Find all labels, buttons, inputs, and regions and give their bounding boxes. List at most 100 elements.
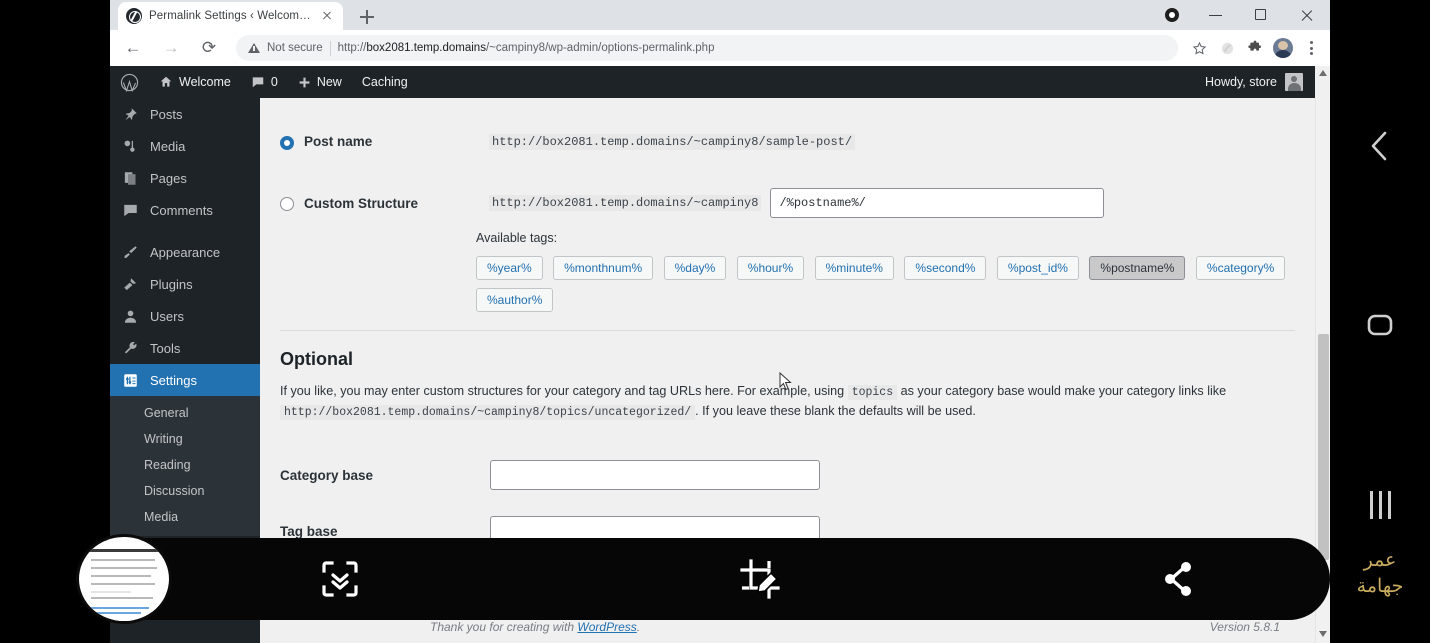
android-nav-strip: عمر جهامة xyxy=(1330,0,1430,643)
settings-sliders-icon xyxy=(120,370,140,390)
security-label: Not secure xyxy=(267,42,323,54)
screenshot-preview-thumbnail[interactable] xyxy=(76,534,172,624)
radio-post-name[interactable] xyxy=(280,136,294,150)
tag-base-label: Tag base xyxy=(280,523,338,539)
share-icon[interactable] xyxy=(1158,558,1200,600)
wordpress-link[interactable]: WordPress xyxy=(577,620,636,634)
tag-button-monthnum[interactable]: %monthnum% xyxy=(553,256,654,280)
optional-description: If you like, you may enter custom struct… xyxy=(280,382,1260,422)
sidebar-item-posts[interactable]: Posts xyxy=(110,98,260,130)
screen-root: Permalink Settings ‹ Welcome — ← → ⟳ Not… xyxy=(0,0,1430,643)
watermark-line-2: جهامة xyxy=(1356,576,1404,597)
comments-menu[interactable]: 0 xyxy=(241,66,288,98)
sidebar-item-pages[interactable]: Pages xyxy=(110,162,260,194)
scrollbar-thumb[interactable] xyxy=(1318,334,1329,560)
url-text: http://box2081.temp.domains/~campiny8/wp… xyxy=(337,42,715,54)
account-menu[interactable]: Howdy, store xyxy=(1205,73,1315,91)
optional-heading: Optional xyxy=(280,349,353,369)
profile-avatar[interactable] xyxy=(1270,35,1296,61)
footer-punct: . xyxy=(636,619,641,634)
sidebar-item-settings[interactable]: Settings xyxy=(110,364,268,396)
tab-title: Permalink Settings ‹ Welcome — xyxy=(149,10,312,22)
close-window-icon[interactable] xyxy=(1285,0,1330,30)
scroll-down-arrow-icon[interactable] xyxy=(1319,631,1327,637)
plus-icon xyxy=(299,77,310,87)
sidebar-item-appearance[interactable]: Appearance xyxy=(110,236,260,268)
user-icon xyxy=(120,306,140,326)
browser-tab[interactable]: Permalink Settings ‹ Welcome — xyxy=(118,2,343,30)
sidebar-item-plugins[interactable]: Plugins xyxy=(110,268,260,300)
back-icon[interactable] xyxy=(1330,128,1430,164)
crop-edit-icon[interactable] xyxy=(738,557,782,601)
permalink-option-custom-structure[interactable]: Custom Structure http://box2081.temp.dom… xyxy=(280,188,1315,218)
recents-icon[interactable] xyxy=(1330,485,1430,525)
wordpress-logo-icon[interactable] xyxy=(110,66,149,98)
submenu-item-writing[interactable]: Writing xyxy=(110,426,260,452)
available-tags-list: %year% %monthnum% %day% %hour% %minute% … xyxy=(476,256,1296,320)
scroll-capture-icon[interactable] xyxy=(318,557,362,601)
submenu-item-discussion[interactable]: Discussion xyxy=(110,478,260,504)
extension-icon[interactable] xyxy=(1214,35,1240,61)
tag-button-day[interactable]: %day% xyxy=(663,256,727,280)
tag-button-second[interactable]: %second% xyxy=(904,256,987,280)
new-tab-button[interactable] xyxy=(355,5,379,29)
optional-desc-code1: topics xyxy=(847,385,898,400)
mouse-cursor xyxy=(779,372,792,391)
extensions-puzzle-icon[interactable] xyxy=(1242,35,1268,61)
forward-icon: → xyxy=(162,38,180,57)
bookmark-star-icon[interactable] xyxy=(1186,35,1212,61)
new-label: New xyxy=(316,75,342,89)
sidebar-item-label: Tools xyxy=(150,340,181,356)
new-content-menu[interactable]: New xyxy=(288,66,352,98)
home-icon xyxy=(160,76,172,87)
reload-icon[interactable]: ⟳ xyxy=(194,33,224,63)
tag-button-author[interactable]: %author% xyxy=(476,288,554,312)
caching-menu[interactable]: Caching xyxy=(352,66,418,98)
maximize-icon[interactable] xyxy=(1240,0,1285,30)
browser-navbar: ← → ⟳ Not secure http://box2081.temp.dom… xyxy=(110,30,1330,66)
site-name-menu[interactable]: Welcome xyxy=(149,66,241,98)
submenu-item-reading[interactable]: Reading xyxy=(110,452,260,478)
submenu-item-media[interactable]: Media xyxy=(110,504,260,530)
tag-button-category[interactable]: %category% xyxy=(1195,256,1286,280)
scroll-up-arrow-icon[interactable] xyxy=(1319,70,1327,76)
sidebar-item-label: Comments xyxy=(150,202,213,218)
submenu-item-general[interactable]: General xyxy=(110,400,260,426)
record-icon[interactable] xyxy=(1150,0,1195,30)
tag-button-post-id[interactable]: %post_id% xyxy=(996,256,1079,280)
optional-desc-part1: If you like, you may enter custom struct… xyxy=(280,384,845,398)
not-secure-warning-icon xyxy=(248,43,260,53)
footer-version: Version 5.8.1 xyxy=(1209,619,1280,634)
watermark: عمر جهامة xyxy=(1330,548,1430,600)
sidebar-item-label: Posts xyxy=(150,106,183,122)
category-base-input[interactable] xyxy=(490,460,820,490)
sidebar-item-media[interactable]: Media xyxy=(110,130,260,162)
home-icon[interactable] xyxy=(1330,306,1430,344)
omnibox-actions xyxy=(1186,35,1330,61)
sidebar-item-comments[interactable]: Comments xyxy=(110,194,260,226)
tag-button-year[interactable]: %year% xyxy=(476,256,543,280)
close-icon[interactable] xyxy=(319,8,335,24)
sidebar-item-tools[interactable]: Tools xyxy=(110,332,260,364)
option-label: Custom Structure xyxy=(304,195,419,211)
plug-icon xyxy=(120,274,140,294)
address-bar[interactable]: Not secure http://box2081.temp.domains/~… xyxy=(236,35,1178,61)
tag-button-minute[interactable]: %minute% xyxy=(814,256,894,280)
howdy-label: Howdy, store xyxy=(1204,75,1277,89)
sidebar-item-label: Users xyxy=(150,308,184,324)
wordpress-favicon xyxy=(126,8,142,24)
sidebar-item-users[interactable]: Users xyxy=(110,300,260,332)
back-icon[interactable]: ← xyxy=(118,33,148,63)
minimize-icon[interactable] xyxy=(1195,0,1240,30)
tag-button-hour[interactable]: %hour% xyxy=(736,256,805,280)
permalink-option-post-name[interactable]: Post name http://box2081.temp.domains/~c… xyxy=(280,134,1315,150)
radio-custom-structure[interactable] xyxy=(280,197,294,211)
sidebar-item-label: Settings xyxy=(150,372,197,388)
tag-button-postname[interactable]: %postname% xyxy=(1089,256,1186,280)
chrome-menu-icon[interactable] xyxy=(1298,35,1324,61)
custom-structure-input[interactable]: /%postname%/ xyxy=(770,188,1105,218)
optional-desc-part2: as your category base would make your ca… xyxy=(900,384,1227,398)
site-name-label: Welcome xyxy=(179,75,231,89)
optional-desc-part3: . If you leave these blank the defaults … xyxy=(695,404,976,418)
optional-desc-code2: http://box2081.temp.domains/~campiny8/to… xyxy=(280,405,696,420)
